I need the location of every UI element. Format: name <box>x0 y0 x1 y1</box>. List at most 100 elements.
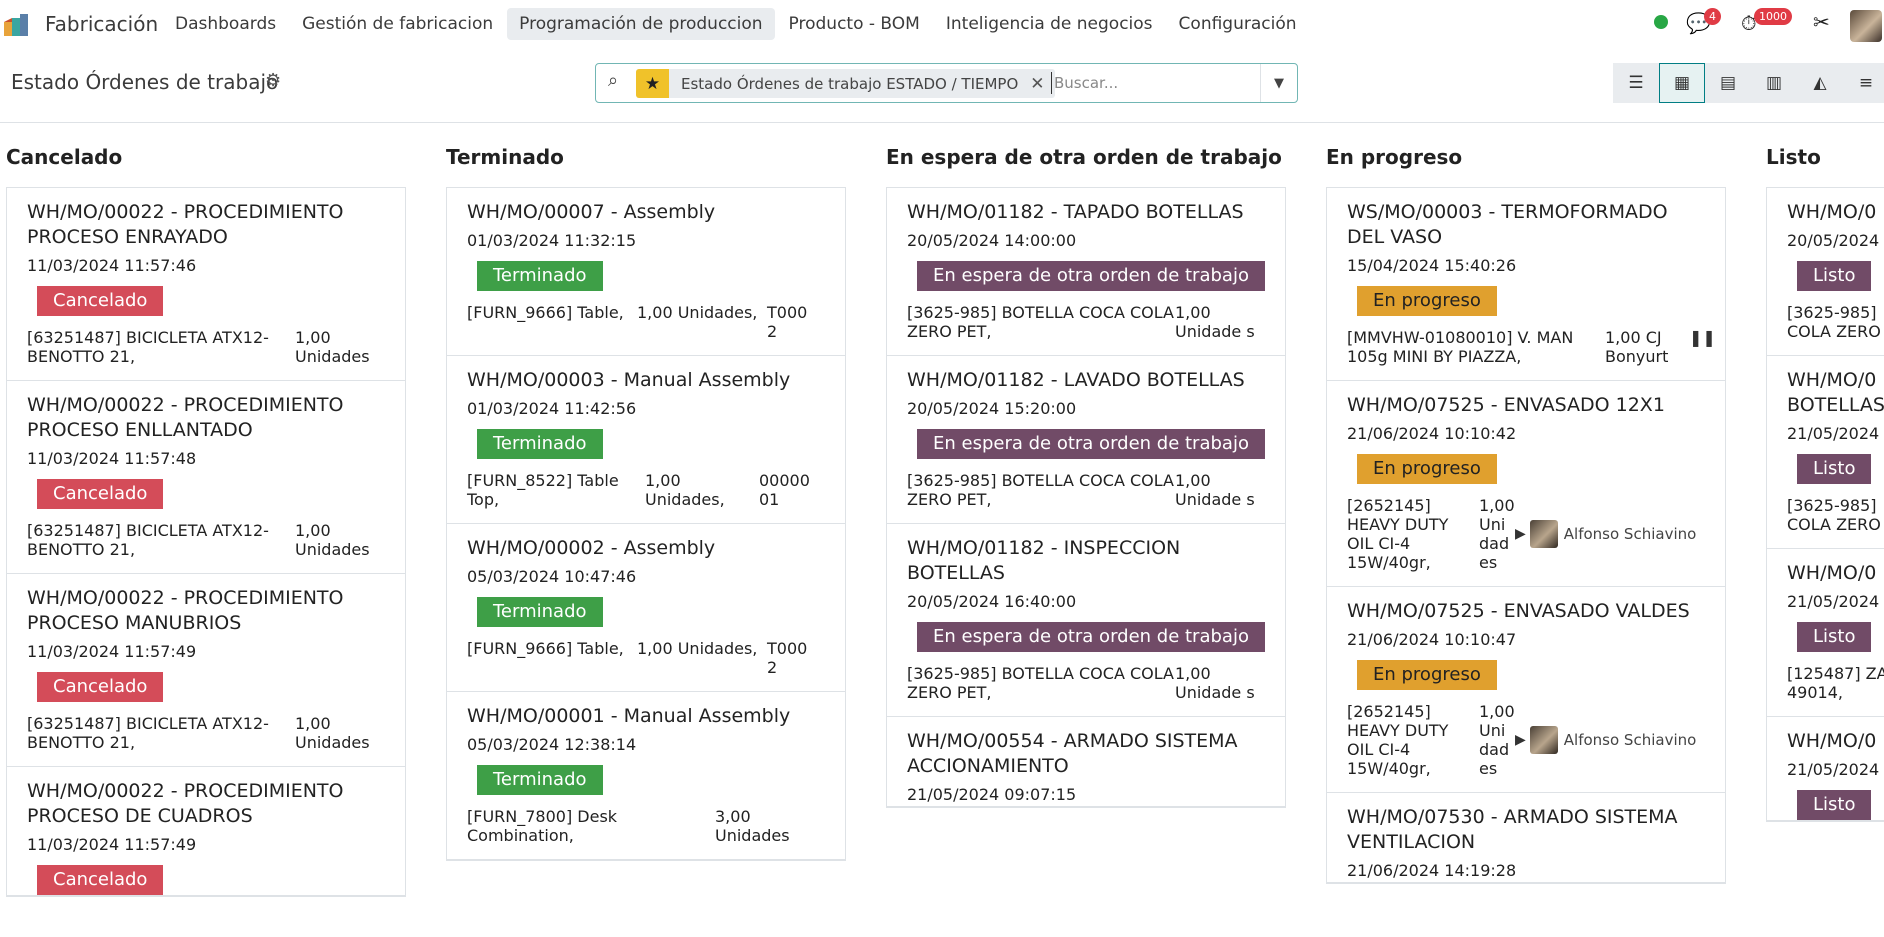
kanban-card[interactable]: WH/MO/07530 - ARMADO SISTEMA VENTILACION… <box>1327 793 1725 883</box>
card-product: [3625-985] BOTELLA COCA COLA ZERO PET, <box>907 471 1174 509</box>
kanban-card[interactable]: WH/MO/00002 - Assembly 05/03/2024 10:47:… <box>447 524 845 692</box>
card-title: WS/MO/00003 - TERMOFORMADO DEL VASO <box>1347 201 1668 248</box>
kanban-view-icon[interactable]: ▦ <box>1659 63 1705 103</box>
pivot-view-icon[interactable]: ▥ <box>1751 63 1797 103</box>
kanban-card[interactable]: WH/MO/0 BOTELLAS 21/05/2024 Listo [3625-… <box>1767 356 1884 549</box>
card-product: [63251487] BICICLETA ATX12-BENOTTO 21, <box>27 328 269 366</box>
user-avatar[interactable] <box>1850 10 1882 42</box>
menu-programacion-produccion[interactable]: Programación de produccion <box>507 8 775 40</box>
worker-avatar <box>1529 726 1558 754</box>
card-date: 11/03/2024 11:57:49 <box>27 642 197 661</box>
menu-inteligencia-negocios[interactable]: Inteligencia de negocios <box>934 8 1165 40</box>
card-date: 20/05/2024 16:40:00 <box>907 592 1077 611</box>
card-date: 21/05/2024 <box>1787 592 1880 611</box>
card-title: WH/MO/00003 - Manual Assembly <box>467 369 791 391</box>
kanban-card[interactable]: WH/MO/00003 - Manual Assembly 01/03/2024… <box>447 356 845 524</box>
kanban-card[interactable]: WH/MO/07525 - ENVASADO VALDES 21/06/2024… <box>1327 587 1725 793</box>
status-badge: Listo <box>1797 454 1872 484</box>
card-title: WH/MO/00022 - PROCEDIMIENTO PROCESO DE C… <box>27 780 344 827</box>
search-input[interactable] <box>1051 72 1251 94</box>
menu-gestion-fabricacion[interactable]: Gestión de fabricacion <box>290 8 505 40</box>
kanban-card[interactable]: WH/MO/01182 - TAPADO BOTELLAS 20/05/2024… <box>887 188 1285 356</box>
menu-dashboards[interactable]: Dashboards <box>163 8 288 40</box>
manufacturing-app-icon[interactable] <box>2 10 36 38</box>
column-title: Listo <box>1766 145 1821 169</box>
status-badge: Listo <box>1797 622 1872 652</box>
status-badge: En progreso <box>1357 286 1497 316</box>
card-date: 11/03/2024 11:57:48 <box>27 449 197 468</box>
status-badge: Terminado <box>477 765 603 795</box>
card-quantity: 1,00 Uni dad es <box>1479 496 1515 572</box>
card-reference: T000 2 <box>767 303 808 341</box>
status-badge: En espera de otra orden de trabajo <box>917 429 1265 459</box>
card-quantity: 1,00 Unidade s <box>1175 471 1255 509</box>
kanban-card[interactable]: WH/MO/01182 - INSPECCION BOTELLAS 20/05/… <box>887 524 1285 717</box>
pause-icon[interactable]: ❚❚ <box>1689 328 1716 366</box>
card-product: [3625-985] BOTELLA COCA COLA ZERO PET, <box>907 303 1174 341</box>
card-title: WH/MO/07525 - ENVASADO 12X1 <box>1347 394 1665 416</box>
card-product: [63251487] BICICLETA ATX12-BENOTTO 21, <box>27 714 269 752</box>
tools-icon[interactable]: ✂ <box>1813 10 1830 34</box>
card-product: [2652145] HEAVY DUTY OIL CI-4 15W/40gr, <box>1347 702 1449 778</box>
kanban-card[interactable]: WH/MO/00022 - PROCEDIMIENTO PROCESO MANU… <box>7 574 405 767</box>
kanban-card[interactable]: WH/MO/00001 - Manual Assembly 05/03/2024… <box>447 692 845 860</box>
card-product: [FURN_8522] Table Top, <box>467 471 619 509</box>
card-quantity: 3,00 Unidades <box>715 807 790 845</box>
card-date: 21/06/2024 14:19:28 <box>1347 861 1517 880</box>
kanban-card[interactable]: WH/MO/00554 - ARMADO SISTEMA ACCIONAMIEN… <box>887 717 1285 807</box>
card-date: 21/05/2024 <box>1787 760 1880 779</box>
column-title: En progreso <box>1326 145 1463 169</box>
status-badge: Cancelado <box>37 865 164 895</box>
card-quantity: 1,00 Unidade s <box>1175 664 1255 702</box>
column-cards: WH/MO/00007 - Assembly 01/03/2024 11:32:… <box>446 187 846 861</box>
card-date: 20/05/2024 15:20:00 <box>907 399 1077 418</box>
card-product: [125487] ZA 49014, <box>1787 664 1884 702</box>
card-date: 21/05/2024 09:07:15 <box>907 785 1077 804</box>
kanban-card[interactable]: WH/MO/00007 - Assembly 01/03/2024 11:32:… <box>447 188 845 356</box>
kanban-card[interactable]: WH/MO/0 21/05/2024 Listo <box>1767 717 1884 821</box>
card-date: 20/05/2024 14:00:00 <box>907 231 1077 250</box>
card-date: 01/03/2024 11:32:15 <box>467 231 637 250</box>
app-name[interactable]: Fabricación <box>45 12 158 36</box>
kanban-card[interactable]: WH/MO/07525 - ENVASADO 12X1 21/06/2024 1… <box>1327 381 1725 587</box>
list-view-icon[interactable]: ☰ <box>1613 63 1659 103</box>
card-product: [63251487] BICICLETA ATX12-BENOTTO 21, <box>27 521 269 559</box>
calendar-view-icon[interactable]: ▤ <box>1705 63 1751 103</box>
search-facet: ★ Estado Órdenes de trabajo ESTADO / TIE… <box>636 69 1055 98</box>
gantt-view-icon[interactable]: ≡ <box>1843 63 1884 103</box>
view-switcher: ☰ ▦ ▤ ▥ ◭ ≡ <box>1613 63 1884 103</box>
card-date: 01/03/2024 11:42:56 <box>467 399 637 418</box>
kanban-card[interactable]: WH/MO/00022 - PROCEDIMIENTO PROCESO ENLL… <box>7 381 405 574</box>
card-date: 20/05/2024 <box>1787 231 1880 250</box>
kanban-card[interactable]: WS/MO/00003 - TERMOFORMADO DEL VASO 15/0… <box>1327 188 1725 381</box>
search-bar: ⌕ ★ Estado Órdenes de trabajo ESTADO / T… <box>595 63 1298 103</box>
card-quantity: 1,00 Unidades <box>295 521 370 559</box>
card-worker[interactable]: ▶ Alfonso Schiavino <box>1515 496 1696 572</box>
card-worker[interactable]: ▶ Alfonso Schiavino <box>1515 702 1696 778</box>
kanban-card[interactable]: WH/MO/00022 - PROCEDIMIENTO PROCESO ENRA… <box>7 188 405 381</box>
card-date: 11/03/2024 11:57:46 <box>27 256 197 275</box>
status-badge: En progreso <box>1357 660 1497 690</box>
play-icon[interactable]: ▶ <box>1515 525 1526 544</box>
chevron-down-icon[interactable]: ▼ <box>1260 64 1297 102</box>
card-title: WH/MO/00022 - PROCEDIMIENTO PROCESO ENLL… <box>27 394 344 441</box>
graph-view-icon[interactable]: ◭ <box>1797 63 1843 103</box>
kanban-card[interactable]: WH/MO/01182 - LAVADO BOTELLAS 20/05/2024… <box>887 356 1285 524</box>
card-title: WH/MO/00022 - PROCEDIMIENTO PROCESO MANU… <box>27 587 344 634</box>
kanban-card[interactable]: WH/MO/0 21/05/2024 Listo [125487] ZA 490… <box>1767 549 1884 717</box>
menu-producto-bom[interactable]: Producto - BOM <box>777 8 932 40</box>
card-title: WH/MO/00554 - ARMADO SISTEMA ACCIONAMIEN… <box>907 730 1238 777</box>
status-badge: Cancelado <box>37 286 164 316</box>
menu-configuracion[interactable]: Configuración <box>1167 8 1309 40</box>
status-online-icon[interactable] <box>1654 15 1668 29</box>
status-badge: En progreso <box>1357 454 1497 484</box>
status-badge: Cancelado <box>37 479 164 509</box>
worker-avatar <box>1529 520 1558 548</box>
status-badge: En espera de otra orden de trabajo <box>917 261 1265 291</box>
status-badge: Terminado <box>477 597 603 627</box>
kanban-card[interactable]: WH/MO/00022 - PROCEDIMIENTO PROCESO DE C… <box>7 767 405 896</box>
search-icon[interactable]: ⌕ <box>608 70 618 91</box>
play-icon[interactable]: ▶ <box>1515 731 1526 750</box>
gear-icon[interactable]: ⚙ <box>265 70 281 91</box>
kanban-card[interactable]: WH/MO/0 20/05/2024 Listo [3625-985] COLA… <box>1767 188 1884 356</box>
